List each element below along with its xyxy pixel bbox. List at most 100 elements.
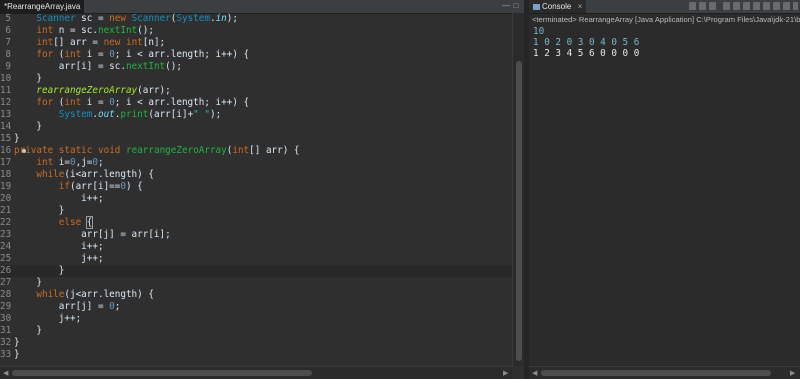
line-number: 25 <box>0 253 12 264</box>
code-line[interactable]: 28 while(j<arr.length) { <box>0 289 512 301</box>
line-number: 8 <box>5 49 11 60</box>
code-line[interactable]: 15} <box>0 133 512 145</box>
remove-launch-icon[interactable] <box>699 2 706 10</box>
code-text: } <box>14 121 42 132</box>
close-icon[interactable]: × <box>578 2 583 11</box>
console-horizontal-scrollbar[interactable]: ◀ ▶ <box>529 366 800 379</box>
code-line[interactable]: 8 for (int i = 0; i < arr.length; i++) { <box>0 49 512 61</box>
code-text: private static void rearrangeZeroArray(i… <box>14 145 300 156</box>
code-line[interactable]: 16 private static void rearrangeZeroArray… <box>0 145 512 157</box>
code-line[interactable]: 23 arr[j] = arr[i]; <box>0 229 512 241</box>
console-icon <box>533 4 540 10</box>
editor-horizontal-scrollbar[interactable]: ◀ ▶ <box>0 366 512 379</box>
line-number: 24 <box>0 241 12 252</box>
code-line[interactable]: 24 i++; <box>0 241 512 253</box>
code-text: arr[i] = sc.nextInt(); <box>14 61 182 72</box>
terminate-icon[interactable] <box>689 2 696 10</box>
code-line[interactable]: 22 else { <box>0 216 512 229</box>
code-line[interactable]: 13 System.out.print(arr[i]+" "); <box>0 109 512 121</box>
remove-all-launches-icon[interactable] <box>709 2 716 10</box>
code-line[interactable]: 26 } <box>0 265 512 277</box>
code-text: while(i<arr.length) { <box>36 169 154 180</box>
code-line[interactable]: 33} <box>0 349 512 361</box>
console-tab-bar: Console × <box>529 0 800 14</box>
code-text: while(j<arr.length) { <box>36 289 154 300</box>
editor-tab-label: *RearrangeArray.java <box>4 2 81 11</box>
code-line[interactable]: 31 } <box>0 325 512 337</box>
code-line[interactable]: 9 arr[i] = sc.nextInt(); <box>0 61 512 73</box>
code-editor[interactable]: *RearrangeArray.java — □ 5 Scanner sc = … <box>0 0 525 379</box>
code-text: Scanner sc = new Scanner(System.in); <box>36 13 238 24</box>
scroll-lock-icon[interactable] <box>733 2 740 10</box>
word-wrap-icon[interactable] <box>743 2 750 10</box>
line-number: 7 <box>5 37 11 48</box>
code-line[interactable]: 32} <box>0 337 512 349</box>
code-text: int n = sc.nextInt(); <box>36 25 154 36</box>
editor-tab-rearrangearray[interactable]: *RearrangeArray.java <box>0 0 85 13</box>
code-line[interactable]: 5 Scanner sc = new Scanner(System.in); <box>0 13 512 25</box>
code-text: } <box>14 133 20 144</box>
scroll-right-arrow-icon[interactable]: ▶ <box>503 369 508 377</box>
console-horizontal-scroll-thumb[interactable] <box>541 370 771 376</box>
console-status: <terminated> RearrangeArray [Java Applic… <box>532 15 800 24</box>
scroll-left-arrow-icon[interactable]: ◀ <box>3 369 8 377</box>
code-text: arr[j] = 0; <box>14 301 121 312</box>
code-line[interactable]: 27 } <box>0 277 512 289</box>
scroll-right-arrow-icon[interactable]: ▶ <box>790 369 795 377</box>
code-line[interactable]: 21 } <box>0 205 512 217</box>
code-text: } <box>14 337 20 348</box>
code-line[interactable]: 30 j++; <box>0 313 512 325</box>
line-number: 10 <box>0 73 12 84</box>
code-line[interactable]: 11 rearrangeZeroArray(arr); <box>0 85 512 97</box>
pin-icon[interactable] <box>763 2 770 10</box>
code-area[interactable]: 5 Scanner sc = new Scanner(System.in); 6 … <box>0 13 512 364</box>
console-output-line: 1 2 3 4 5 6 0 0 0 0 <box>533 48 640 59</box>
code-text: j++; <box>14 253 104 264</box>
code-line[interactable]: 25 j++; <box>0 253 512 265</box>
line-number: 31 <box>0 325 12 336</box>
code-text: arr[j] = arr[i]; <box>14 229 171 240</box>
line-number: 27 <box>0 277 12 288</box>
scroll-left-arrow-icon[interactable]: ◀ <box>532 369 537 377</box>
minimize-icon[interactable]: — <box>502 1 510 10</box>
code-text: rearrangeZeroArray(arr); <box>36 85 171 96</box>
code-line[interactable]: 6 int n = sc.nextInt(); <box>0 25 512 37</box>
console-view[interactable]: Console × <terminated> RearrangeArray [J… <box>529 0 800 379</box>
code-text: for (int i = 0; i < arr.length; i++) { <box>36 97 250 108</box>
maximize-icon[interactable]: □ <box>512 1 520 10</box>
code-text: int[] arr = new int[n]; <box>36 37 166 48</box>
code-line[interactable]: 7 int[] arr = new int[n]; <box>0 37 512 49</box>
line-number: 15 <box>0 133 12 144</box>
code-text: i++; <box>14 193 104 204</box>
code-line[interactable]: 19 if(arr[i]==0) { <box>0 181 512 193</box>
code-line[interactable]: 10 } <box>0 73 512 85</box>
code-line[interactable]: 29 arr[j] = 0; <box>0 301 512 313</box>
console-tab[interactable]: Console × <box>529 0 587 13</box>
line-number: 26 <box>0 265 12 276</box>
code-line[interactable]: 12 for (int i = 0; i < arr.length; i++) … <box>0 97 512 109</box>
code-text: System.out.print(arr[i]+" "); <box>58 109 222 120</box>
line-number: 19 <box>0 181 12 192</box>
editor-horizontal-scroll-thumb[interactable] <box>12 370 312 376</box>
clear-console-icon[interactable] <box>723 2 730 10</box>
line-number: 12 <box>0 97 12 108</box>
code-line[interactable]: 14 } <box>0 121 512 133</box>
code-text: } <box>14 73 42 84</box>
view-menu-icon[interactable] <box>793 2 798 10</box>
code-text: else { <box>58 216 94 229</box>
code-line[interactable]: 20 i++; <box>0 193 512 205</box>
line-number: 11 <box>0 85 12 96</box>
code-line[interactable]: 17 int i=0,j=0; <box>0 157 512 169</box>
line-number: 21 <box>0 205 12 216</box>
line-number: 33 <box>0 349 12 360</box>
show-on-output-icon[interactable] <box>753 2 760 10</box>
display-console-icon[interactable] <box>773 2 780 10</box>
editor-vertical-scroll-thumb[interactable] <box>516 61 522 361</box>
line-number: 18 <box>0 169 12 180</box>
line-number: 29 <box>0 301 12 312</box>
code-text: } <box>14 325 42 336</box>
line-number: 9 <box>5 61 11 72</box>
new-console-icon[interactable] <box>783 2 790 10</box>
code-line[interactable]: 18 while(i<arr.length) { <box>0 169 512 181</box>
line-number: 5 <box>5 13 11 24</box>
